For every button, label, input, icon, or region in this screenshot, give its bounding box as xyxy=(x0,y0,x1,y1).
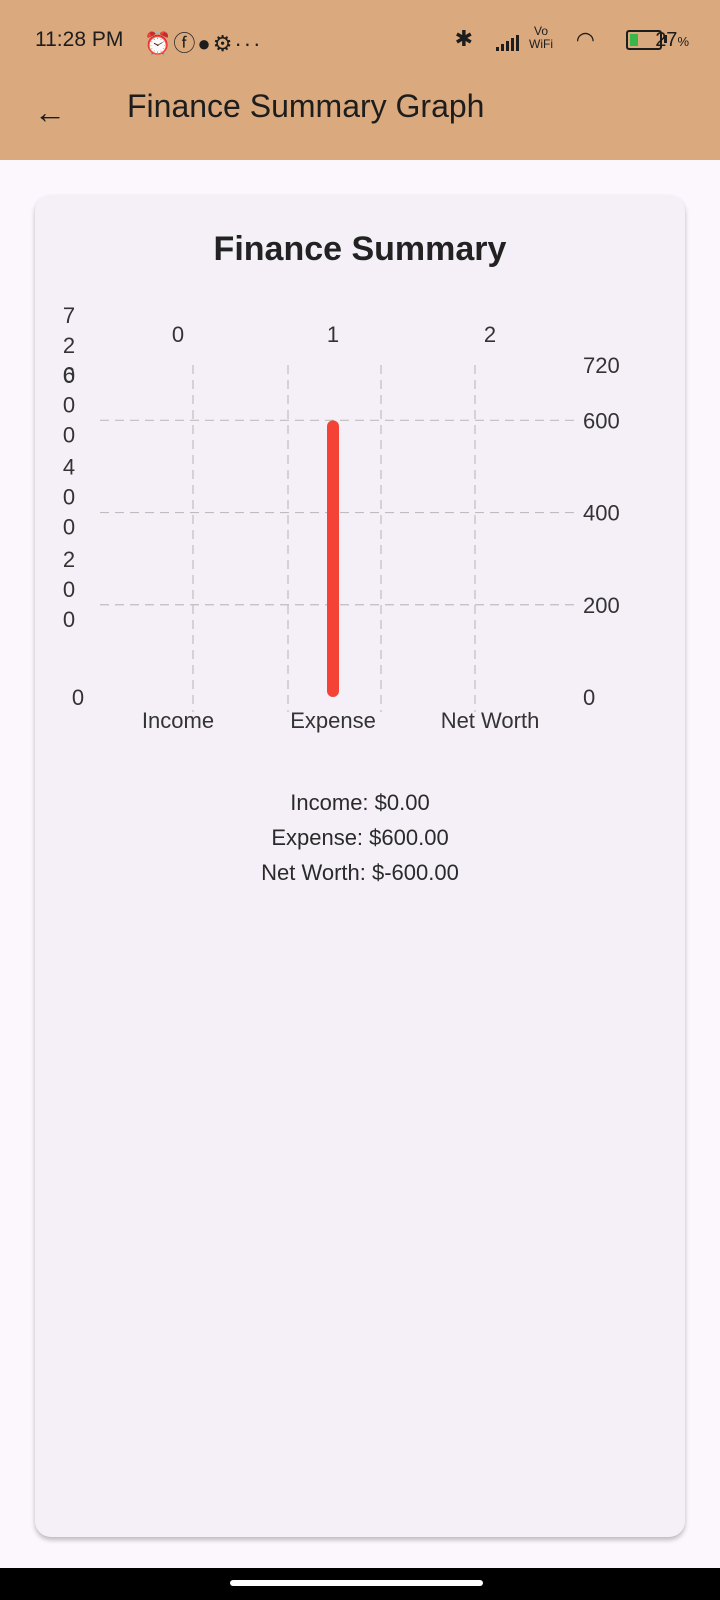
expense-summary: Expense: $600.00 xyxy=(271,825,449,850)
y-tick-label-left: 0 xyxy=(63,515,75,540)
bar xyxy=(327,420,339,697)
status-time: 11:28 PM xyxy=(35,28,124,51)
y-tick-label-right: 0 xyxy=(583,685,595,710)
vowifi-label: Vo WiFi xyxy=(529,24,553,51)
x-category-label: Income xyxy=(142,708,214,733)
y-tick-label-right: 400 xyxy=(583,501,620,526)
y-tick-label-right: 720 xyxy=(583,353,620,378)
home-gesture-handle[interactable] xyxy=(230,1580,483,1586)
bar-chart: 020040060072002004006007200 1 2Income Expen… xyxy=(63,303,620,733)
x-category-label: Net Worth xyxy=(441,708,540,733)
y-tick-label-left: 0 xyxy=(63,577,75,602)
y-tick-label-right: 200 xyxy=(583,593,620,618)
x-category-label: Expense xyxy=(290,708,376,733)
y-tick-label-left: 0 xyxy=(72,685,84,710)
battery-percent: 27% xyxy=(655,29,689,51)
alarm-icon: ⏰ xyxy=(144,31,174,56)
y-tick-label-left: 0 xyxy=(63,363,75,388)
y-tick-label-left: 0 xyxy=(63,607,75,632)
arrow-left-icon: ← xyxy=(34,93,66,130)
bluetooth-icon: ✱ xyxy=(454,26,473,51)
x-tick-label-top: 2 xyxy=(484,322,496,347)
y-tick-label-left: 0 xyxy=(63,392,75,417)
back-button[interactable]: ← xyxy=(30,92,70,132)
more-icon: ··· xyxy=(234,31,263,56)
income-summary: Income: $0.00 xyxy=(290,790,430,815)
y-tick-label-left: 2 xyxy=(63,333,75,358)
y-tick-label-left: 0 xyxy=(63,422,75,447)
chart-card: Finance Summary 0 200 400 600 720 0 2 0 0 4 0 0 6 0 0 7… xyxy=(35,195,685,1537)
wifi-icon: ◠ xyxy=(575,27,595,52)
y-tick-label-left: 0 xyxy=(63,485,75,510)
x-tick-label-top: 0 xyxy=(172,322,184,347)
signal-icon xyxy=(496,33,521,51)
notification-icons: ⏰ⓕ●⚙··· xyxy=(144,26,262,58)
status-bar: 11:28 PM ⏰ⓕ●⚙··· ✱ Vo WiFi ◠ 27% xyxy=(0,0,720,78)
summary-text: Income: $0.00 Expense: $600.00 Net Worth… xyxy=(35,785,685,890)
settings-icon: ⚙ xyxy=(212,31,235,56)
y-tick-label-left: 4 xyxy=(63,455,75,480)
net-worth-summary: Net Worth: $-600.00 xyxy=(261,860,459,885)
chat-icon: ● xyxy=(197,31,213,56)
page-title: Finance Summary Graph xyxy=(127,88,485,124)
y-tick-label-left: 2 xyxy=(63,547,75,572)
facebook-icon: ⓕ xyxy=(173,31,198,56)
y-tick-label-right: 600 xyxy=(583,408,620,433)
x-tick-label-top: 1 xyxy=(327,322,339,347)
y-tick-label-left: 7 xyxy=(63,303,75,328)
